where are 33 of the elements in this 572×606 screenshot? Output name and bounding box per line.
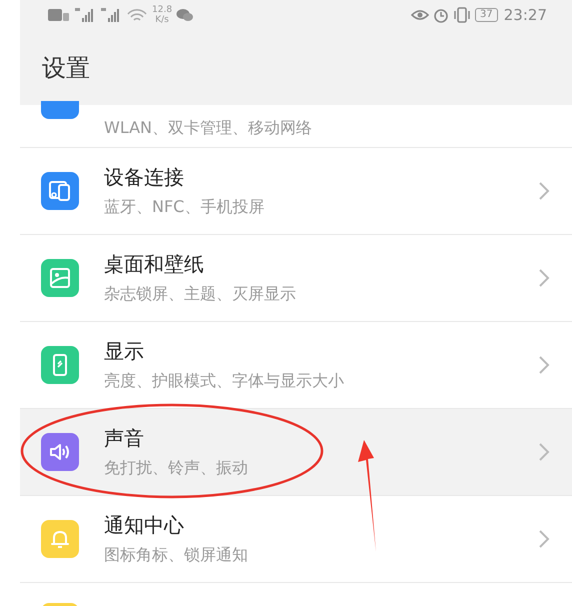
item-subtitle: 图标角标、锁屏通知 [104,545,249,566]
chevron-icon [538,529,550,549]
chat-icon [176,8,194,22]
speed-unit: K/s [155,15,169,25]
settings-item[interactable]: 通知中心 图标角标、锁屏通知 [20,495,572,582]
alarm-icon [433,7,450,23]
settings-item[interactable]: 桌面和壁纸 杂志锁屏、主题、灭屏显示 [20,234,572,321]
network-speed: 12.8 [152,5,172,15]
settings-item[interactable]: 声音 免打扰、铃声、振动 [20,408,572,495]
clock-time: 23:27 [504,6,547,24]
chevron-icon [538,442,550,462]
item-subtitle: 蓝牙、NFC、手机投屏 [104,197,266,218]
item-subtitle: 杂志锁屏、主题、灭屏显示 [104,284,297,305]
item-title: 声音 [104,425,145,452]
item-title: 通知中心 [104,512,185,539]
item-subtitle: 免打扰、铃声、振动 [104,458,249,479]
battery-indicator: 37 [475,8,498,22]
chevron-icon [538,181,550,201]
settings-item[interactable]: 设备连接 蓝牙、NFC、手机投屏 [20,147,572,234]
item-title: 桌面和壁纸 [104,251,205,278]
chevron-icon [538,268,550,288]
page-title: 设置 [42,52,90,84]
item-title: 设备连接 [104,164,185,191]
item-title: 显示 [104,338,145,365]
wifi-icon [126,7,148,23]
signal-icon [100,7,122,23]
hd-icon [48,8,70,22]
signal-icon [74,7,96,23]
vibrate-icon [453,7,472,23]
item-subtitle: 亮度、护眼模式、字体与显示大小 [104,371,345,392]
item-subtitle: WLAN、双卡管理、移动网络 [104,118,312,139]
chevron-icon [538,355,550,375]
eye-icon [411,8,430,22]
